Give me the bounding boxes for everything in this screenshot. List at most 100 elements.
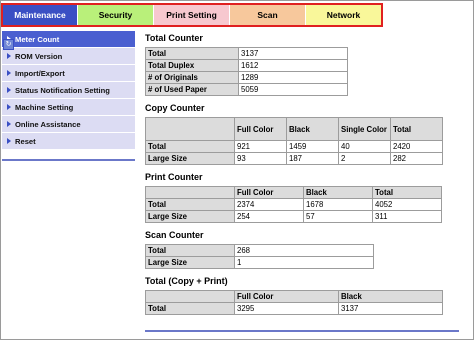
table-row: Total 268 [146,245,373,256]
row-label: Total [146,141,234,152]
column-header: Full Color [235,187,303,198]
cell: 311 [373,211,441,222]
column-header: Black [287,118,338,140]
row-label: Large Size [146,211,234,222]
sidebar-item-status-notification[interactable]: Status Notification Setting [2,82,135,99]
column-header: Full Color [235,291,338,302]
sidebar-item-label: Status Notification Setting [15,85,110,95]
table-row: Total 3137 [146,48,347,59]
tab-print-setting[interactable]: Print Setting [154,5,230,25]
row-value: 1289 [239,72,347,83]
tab-label: Scan [257,10,278,20]
sidebar-item-rom-version[interactable]: ROM Version [2,48,135,65]
sidebar-item-machine-setting[interactable]: Machine Setting [2,99,135,116]
section-title-total-counter: Total Counter [145,33,203,43]
main-tab-bar: Maintenance Security Print Setting Scan … [1,3,383,27]
row-label: Total Duplex [146,60,238,71]
row-label: Large Size [146,153,234,164]
cell: 40 [339,141,390,152]
table-header-row: Full Color Black Total [146,187,441,198]
cell: 1678 [304,199,372,210]
tab-label: Print Setting [166,10,217,20]
arrow-right-icon [7,87,11,93]
header-blank [146,187,234,198]
table-header-row: Full Color Black [146,291,442,302]
total-copy-print-table: Full Color Black Total 3295 3137 [145,290,443,315]
table-row: # of Used Paper 5059 [146,84,347,95]
tab-label: Network [326,10,361,20]
row-label: Total [146,303,234,314]
cell: 57 [304,211,372,222]
section-title-copy-counter: Copy Counter [145,103,205,113]
table-row: Large Size 1 [146,257,373,268]
arrow-right-icon [7,104,11,110]
row-label: Total [146,48,238,59]
main-content: Total Counter Total 3137 Total Duplex 1612… [145,32,461,321]
row-label: Total [146,245,234,256]
tab-scan[interactable]: Scan [230,5,306,25]
sidebar-item-meter-count[interactable]: Meter Count [2,31,135,48]
row-label: # of Originals [146,72,238,83]
table-header-row: Full Color Black Single Color Total [146,118,442,140]
cell: 282 [391,153,442,164]
arrow-right-icon [7,121,11,127]
total-counter-table: Total 3137 Total Duplex 1612 # of Original… [145,47,348,96]
tab-security[interactable]: Security [78,5,154,25]
column-header: Total [373,187,441,198]
tab-network[interactable]: Network [306,5,381,25]
cell: 187 [287,153,338,164]
row-label: Large Size [146,257,234,268]
sidebar-item-label: Reset [15,136,36,146]
header-blank [146,118,234,140]
table-row: Total 2374 1678 4052 [146,199,441,210]
tab-label: Security [98,10,133,20]
copy-counter-table: Full Color Black Single Color Total Tota… [145,117,443,165]
sidebar: Meter Count ROM Version Import/Export St… [2,31,135,150]
cell: 2 [339,153,390,164]
table-row: Large Size 254 57 311 [146,211,441,222]
column-header: Black [339,291,442,302]
table-row: Total 3295 3137 [146,303,442,314]
sidebar-item-label: Online Assistance [15,119,81,129]
scan-counter-table: Total 268 Large Size 1 [145,244,374,269]
table-row: Large Size 93 187 2 282 [146,153,442,164]
section-title-print-counter: Print Counter [145,172,203,182]
tab-maintenance[interactable]: Maintenance [3,5,78,25]
arrow-right-icon [7,53,11,59]
cell: 4052 [373,199,441,210]
column-header: Single Color [339,118,390,140]
row-value: 3137 [239,48,347,59]
sidebar-divider [2,159,135,161]
section-title-scan-counter: Scan Counter [145,230,204,240]
cell: 3295 [235,303,338,314]
row-label: # of Used Paper [146,84,238,95]
row-value: 1 [235,257,373,268]
tab-label: Maintenance [14,10,66,20]
row-label: Total [146,199,234,210]
row-value: 1612 [239,60,347,71]
sidebar-item-label: Import/Export [15,68,65,78]
cell: 1459 [287,141,338,152]
header-blank [146,291,234,302]
column-header: Total [391,118,442,140]
cell: 254 [235,211,303,222]
sidebar-item-label: Machine Setting [15,102,74,112]
column-header: Full Color [235,118,286,140]
section-title-total-copy-print: Total (Copy + Print) [145,276,228,286]
column-header: Black [304,187,372,198]
link-icon[interactable]: ↻ [3,39,14,50]
cell: 921 [235,141,286,152]
print-counter-table: Full Color Black Total Total 2374 1678 4… [145,186,442,223]
sidebar-item-reset[interactable]: Reset [2,133,135,150]
cell: 3137 [339,303,442,314]
sidebar-item-label: ROM Version [15,51,63,61]
row-value: 5059 [239,84,347,95]
content-divider [145,330,459,332]
cell: 93 [235,153,286,164]
sidebar-item-label: Meter Count [15,34,60,44]
sidebar-item-import-export[interactable]: Import/Export [2,65,135,82]
arrow-right-icon [7,70,11,76]
table-row: # of Originals 1289 [146,72,347,83]
row-value: 268 [235,245,373,256]
sidebar-item-online-assistance[interactable]: Online Assistance [2,116,135,133]
